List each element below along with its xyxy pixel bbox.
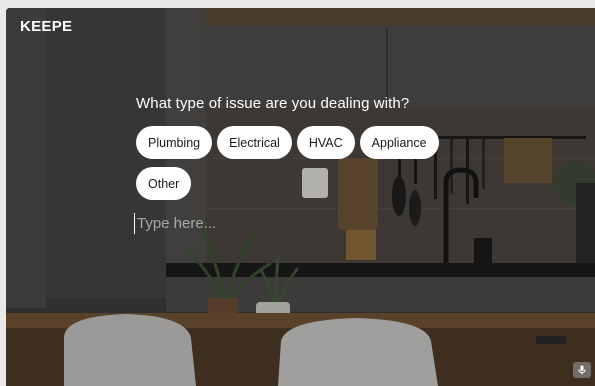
answer-input[interactable]	[134, 213, 419, 234]
option-electrical-button[interactable]: Electrical	[217, 126, 292, 159]
question-text: What type of issue are you dealing with?	[136, 95, 410, 112]
option-other-button[interactable]: Other	[136, 167, 192, 200]
microphone-icon	[578, 365, 586, 375]
option-appliance-button[interactable]: Appliance	[359, 126, 439, 159]
microphone-button[interactable]	[573, 362, 591, 378]
option-plumbing-button[interactable]: Plumbing	[136, 126, 213, 159]
option-hvac-button[interactable]: HVAC	[296, 126, 355, 159]
brand-logo: KEEPE	[20, 18, 73, 35]
app-window: KEEPE What type of issue are you dealing…	[6, 8, 595, 386]
option-chips: Plumbing Electrical HVAC Appliance Other	[136, 126, 466, 200]
